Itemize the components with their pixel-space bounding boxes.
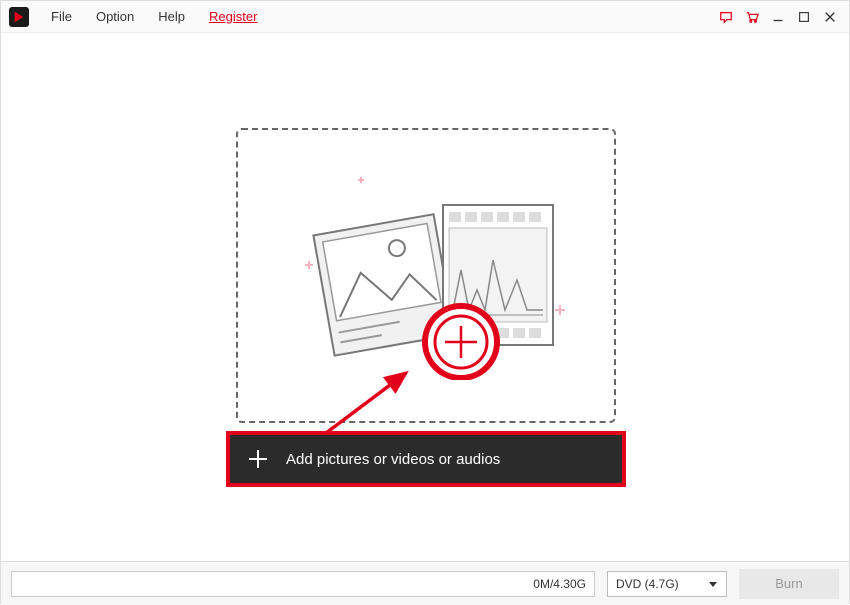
add-media-label: Add pictures or videos or audios	[286, 451, 500, 468]
menu-option[interactable]: Option	[84, 5, 146, 28]
size-progress: 0M/4.30G	[11, 571, 595, 597]
burn-button[interactable]: Burn	[739, 569, 839, 599]
titlebar: File Option Help Register	[1, 1, 849, 33]
placeholder-illustration-icon	[293, 170, 573, 380]
cart-icon[interactable]	[741, 6, 763, 28]
burn-button-label: Burn	[775, 576, 802, 591]
plus-icon	[230, 435, 286, 483]
bottom-bar: 0M/4.30G DVD (4.7G) Burn	[1, 561, 849, 605]
minimize-button[interactable]	[767, 6, 789, 28]
disc-type-label: DVD (4.7G)	[616, 577, 679, 591]
chevron-down-icon	[708, 579, 718, 589]
close-button[interactable]	[819, 6, 841, 28]
menu-help[interactable]: Help	[146, 5, 197, 28]
maximize-button[interactable]	[793, 6, 815, 28]
add-media-button[interactable]: Add pictures or videos or audios	[226, 431, 626, 487]
app-logo-icon	[9, 7, 29, 27]
menu-register[interactable]: Register	[197, 5, 269, 28]
drop-zone[interactable]	[236, 128, 616, 423]
size-progress-text: 0M/4.30G	[533, 577, 586, 591]
disc-type-select[interactable]: DVD (4.7G)	[607, 571, 727, 597]
menu-file[interactable]: File	[39, 5, 84, 28]
main-content: Add pictures or videos or audios	[1, 33, 849, 561]
feedback-icon[interactable]	[715, 6, 737, 28]
